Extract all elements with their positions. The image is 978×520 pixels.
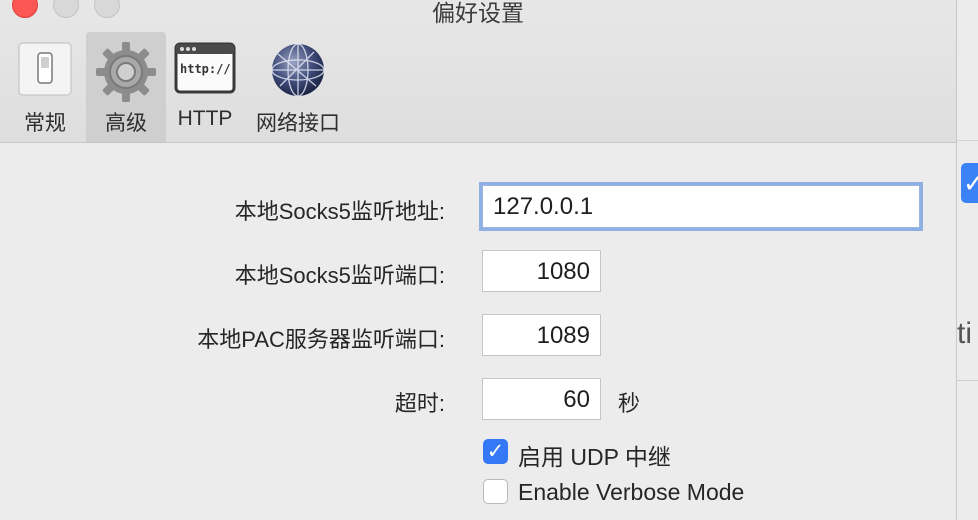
tab-label: 网络接口 — [256, 112, 340, 135]
preferences-window: 偏好设置 常规 高级 http:// HTTP 网络接口 本地Socks5监听地… — [0, 0, 956, 520]
verbose-mode-label: Enable Verbose Mode — [518, 479, 745, 505]
http-window-icon: http:// — [174, 40, 236, 101]
http-icon-text: http:// — [180, 62, 231, 76]
globe-network-icon — [268, 40, 328, 105]
tab-advanced[interactable]: 高级 — [86, 32, 166, 142]
background-window: ✓ ti — [956, 0, 978, 520]
timeout-unit: 秒 — [618, 391, 641, 416]
timeout-label: 超时: — [394, 391, 445, 416]
window-title: 偏好设置 — [432, 0, 524, 26]
verbose-mode-checkbox[interactable] — [483, 479, 508, 504]
checkmark-icon: ✓ — [486, 440, 505, 463]
tab-network-interface[interactable]: 网络接口 — [250, 32, 346, 142]
checkmark-icon: ✓ — [961, 163, 978, 203]
tab-label: 常规 — [24, 112, 66, 135]
socks-port-label: 本地Socks5监听端口: — [234, 263, 445, 288]
udp-relay-checkbox[interactable]: ✓ — [483, 439, 508, 464]
udp-relay-label: 启用 UDP 中继 — [518, 444, 671, 470]
socks-port-input[interactable]: 1080 — [482, 250, 601, 292]
socks-address-input[interactable]: 127.0.0.1 — [482, 185, 920, 228]
titlebar: 偏好设置 常规 高级 http:// HTTP 网络接口 — [0, 0, 956, 143]
divider — [957, 140, 978, 141]
socks-address-label: 本地Socks5监听地址: — [234, 199, 445, 224]
partial-text: ti — [957, 317, 972, 350]
tab-label: HTTP — [177, 107, 233, 130]
switch-icon — [16, 40, 74, 103]
timeout-input[interactable]: 60 — [482, 378, 601, 420]
pac-port-label: 本地PAC服务器监听端口: — [197, 327, 445, 352]
gear-icon — [94, 40, 158, 109]
divider — [957, 380, 978, 381]
tab-label: 高级 — [105, 112, 147, 135]
tab-general[interactable]: 常规 — [10, 32, 80, 142]
pac-port-input[interactable]: 1089 — [482, 314, 601, 356]
tab-http[interactable]: http:// HTTP — [170, 32, 240, 142]
